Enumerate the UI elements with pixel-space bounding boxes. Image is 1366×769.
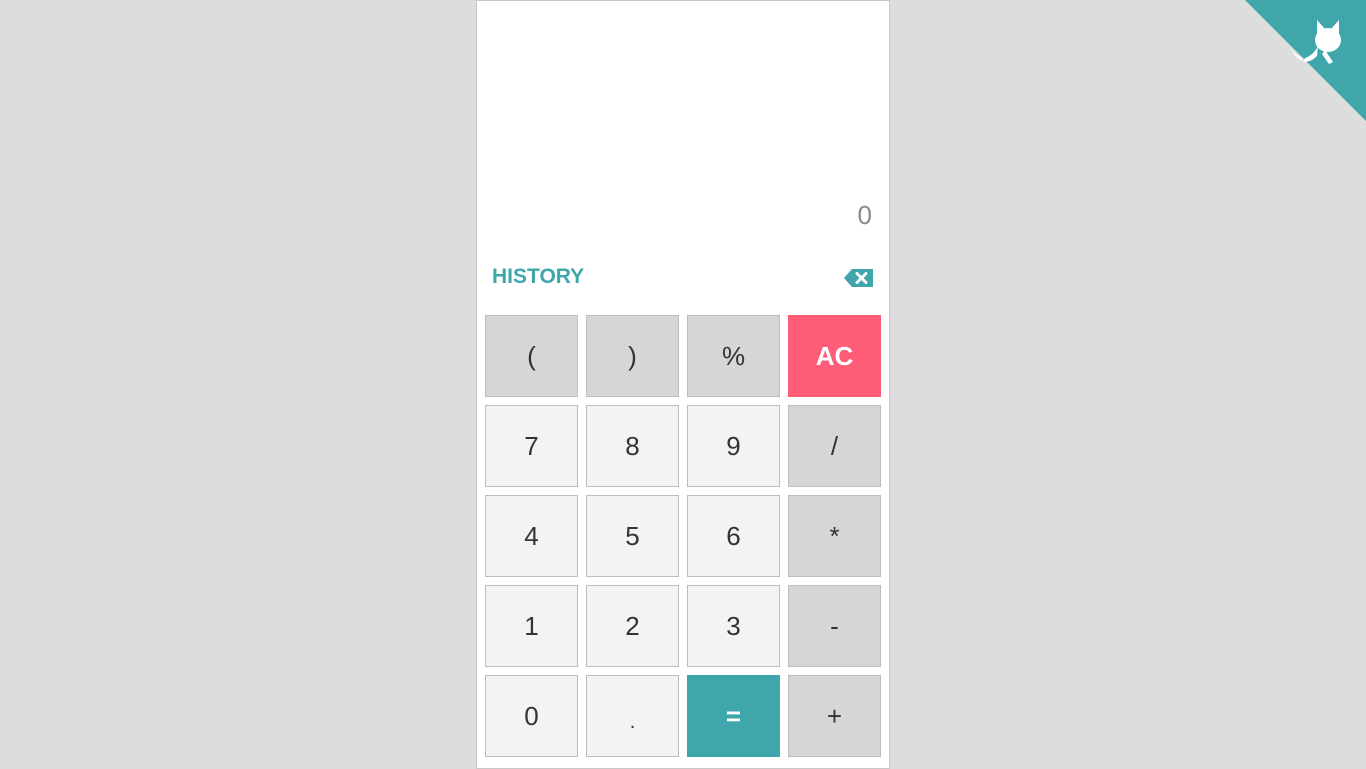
key-label: 8 [625,430,640,461]
open-paren-key[interactable]: ( [485,315,578,397]
key-label: 6 [726,520,741,551]
calculator: 0 HISTORY ()% AC 7 8 9 / 4 5 6 * 1 2 3 - 0. = + [476,0,890,769]
percent-key[interactable]: % [687,315,780,397]
key-label: 2 [625,610,640,641]
digit-2-key[interactable]: 2 [586,585,679,667]
digit-8-key[interactable]: 8 [586,405,679,487]
subtract-key[interactable]: - [788,585,881,667]
digit-4-key[interactable]: 4 [485,495,578,577]
digit-7-key[interactable]: 7 [485,405,578,487]
key-label: . [629,710,636,733]
multiply-key[interactable]: * [788,495,881,577]
divide-key[interactable]: / [788,405,881,487]
close-paren-key[interactable]: ) [586,315,679,397]
key-label: / [830,430,839,461]
digit-1-key[interactable]: 1 [485,585,578,667]
key-label: 7 [524,430,539,461]
key-label: * [829,520,840,551]
key-label: 3 [726,610,741,641]
display-value: 0 [857,200,872,230]
digit-5-key[interactable]: 5 [586,495,679,577]
key-label: AC [815,340,854,371]
keypad: ()% AC 7 8 9 / 4 5 6 * 1 2 3 - 0. = + [485,315,881,757]
digit-6-key[interactable]: 6 [687,495,780,577]
key-label: + [826,700,843,731]
history-bar: HISTORY [477,259,889,297]
history-button[interactable]: HISTORY [492,265,584,289]
key-label: = [725,700,742,731]
display: 0 [477,1,889,246]
key-label: 4 [524,520,539,551]
key-label: % [721,340,746,371]
key-label: ) [628,340,637,371]
decimal-key[interactable]: . [586,675,679,757]
equals-key[interactable]: = [687,675,780,757]
octocat-icon[interactable] [1245,0,1366,121]
backspace-icon[interactable] [843,268,875,288]
all-clear-key[interactable]: AC [788,315,881,397]
digit-3-key[interactable]: 3 [687,585,780,667]
key-label: ( [527,340,536,371]
add-key[interactable]: + [788,675,881,757]
key-label: 5 [625,520,640,551]
key-label: 9 [726,430,741,461]
key-label: 1 [524,610,539,641]
key-label: 0 [524,700,539,731]
digit-9-key[interactable]: 9 [687,405,780,487]
key-label: - [830,610,839,641]
digit-0-key[interactable]: 0 [485,675,578,757]
